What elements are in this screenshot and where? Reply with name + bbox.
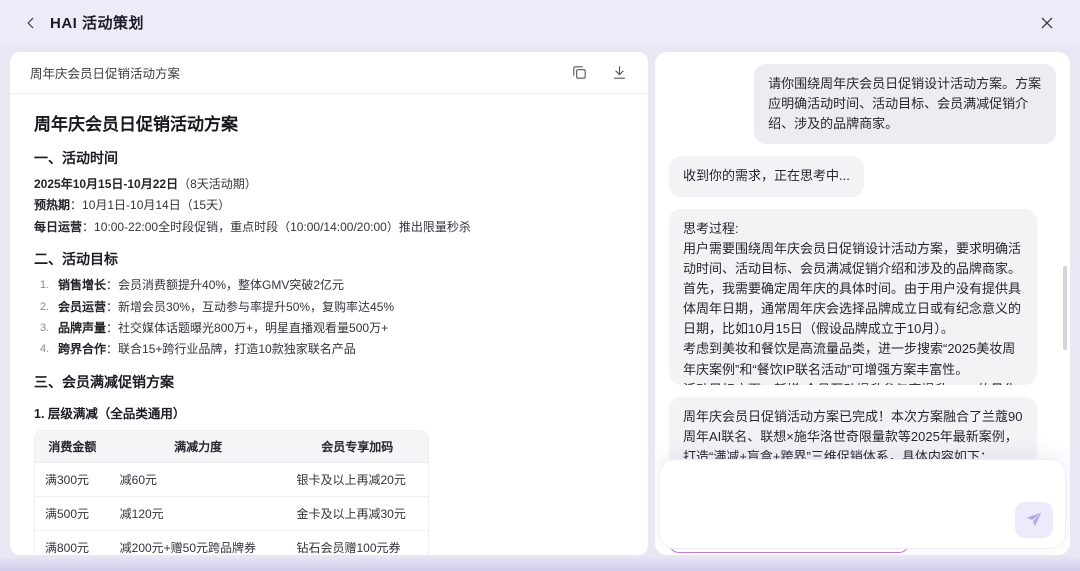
assistant-thinking-row: 思考过程: 用户需要围绕周年庆会员日促销设计活动方案，要求明确活动时间、活动目标… <box>669 209 1056 385</box>
discount-table: 消费金额 满减力度 会员专享加码 满300元减60元银卡及以上再减20元 满50… <box>34 430 429 555</box>
send-icon <box>1025 511 1043 529</box>
assistant-thinking-bubble[interactable]: 思考过程: 用户需要围绕周年庆会员日促销设计活动方案，要求明确活动时间、活动目标… <box>669 209 1037 385</box>
document-panel: 周年庆会员日促销活动方案 周年庆会员日促销活动方案 一、活动时间 2025年10… <box>10 52 648 555</box>
goal-item: 2.会员运营：新增会员30%，互动参与率提升50%，复购率达45% <box>40 299 624 316</box>
close-icon <box>1039 15 1055 31</box>
document-body: 周年庆会员日促销活动方案 一、活动时间 2025年10月15日-10月22日（8… <box>10 94 648 555</box>
user-message-bubble: 请你围绕周年庆会员日促销设计活动方案。方案应明确活动时间、活动目标、会员满减促销… <box>754 64 1056 144</box>
goal-item: 4.跨界合作：联合15+跨行业品牌，打造10款独家联名产品 <box>40 341 624 358</box>
download-document-button[interactable] <box>610 64 628 82</box>
send-button[interactable] <box>1015 502 1053 538</box>
table-row: 满300元减60元银卡及以上再减20元 <box>35 463 428 497</box>
bottom-gradient <box>0 557 1080 571</box>
chat-panel: 请你围绕周年庆会员日促销设计活动方案。方案应明确活动时间、活动目标、会员满减促销… <box>655 52 1070 555</box>
section-heading-time: 一、活动时间 <box>34 148 624 168</box>
goal-item: 1.销售增长：会员消费额提升40%，整体GMV突破2亿元 <box>40 277 624 294</box>
table-row: 满500元减120元金卡及以上再减30元 <box>35 497 428 531</box>
section-heading-goals: 二、活动目标 <box>34 249 624 269</box>
document-toolbar-title: 周年庆会员日促销活动方案 <box>30 63 180 82</box>
app-header: HAI 活动策划 <box>0 0 1080 45</box>
copy-icon <box>571 64 588 81</box>
table-header-cell: 满减力度 <box>110 431 287 463</box>
time-line: 预热期：10月1日-10月14日（15天） <box>34 197 624 214</box>
table-header-cell: 会员专享加码 <box>287 431 429 463</box>
goals-list: 1.销售增长：会员消费额提升40%，整体GMV突破2亿元 2.会员运营：新增会员… <box>40 277 624 359</box>
assistant-message-row: 收到你的需求，正在思考中... <box>669 156 1056 196</box>
time-line: 2025年10月15日-10月22日（8天活动期） <box>34 176 624 193</box>
table-row: 满800元减200元+赠50元跨品牌券钻石会员赠100元券 <box>35 531 428 555</box>
section-heading-promo: 三、会员满减促销方案 <box>34 372 624 392</box>
chat-input[interactable] <box>674 470 1051 500</box>
user-message-row: 请你围绕周年庆会员日促销设计活动方案。方案应明确活动时间、活动目标、会员满减促销… <box>669 64 1056 144</box>
assistant-ack-bubble: 收到你的需求，正在思考中... <box>669 156 864 196</box>
close-button[interactable] <box>1034 10 1060 36</box>
time-line: 每日运营：10:00-22:00全时段促销，重点时段（10:00/14:00/2… <box>34 219 624 236</box>
table-header-cell: 消费金额 <box>35 431 110 463</box>
download-icon <box>611 64 628 81</box>
chat-scrollbar[interactable] <box>1063 266 1067 350</box>
table-header-row: 消费金额 满减力度 会员专享加码 <box>35 431 428 463</box>
page-title: HAI 活动策划 <box>50 12 144 33</box>
goal-item: 3.品牌声量：社交媒体话题曝光800万+，明星直播观看量500万+ <box>40 320 624 337</box>
document-title: 周年庆会员日促销活动方案 <box>34 110 624 135</box>
back-button[interactable] <box>20 12 42 34</box>
chevron-left-icon <box>24 16 38 30</box>
copy-document-button[interactable] <box>570 64 588 82</box>
document-toolbar: 周年庆会员日促销活动方案 <box>10 52 648 94</box>
chat-input-box <box>659 459 1066 549</box>
subheading-tiered-discount: 1. 层级满减（全品类通用） <box>34 403 624 422</box>
